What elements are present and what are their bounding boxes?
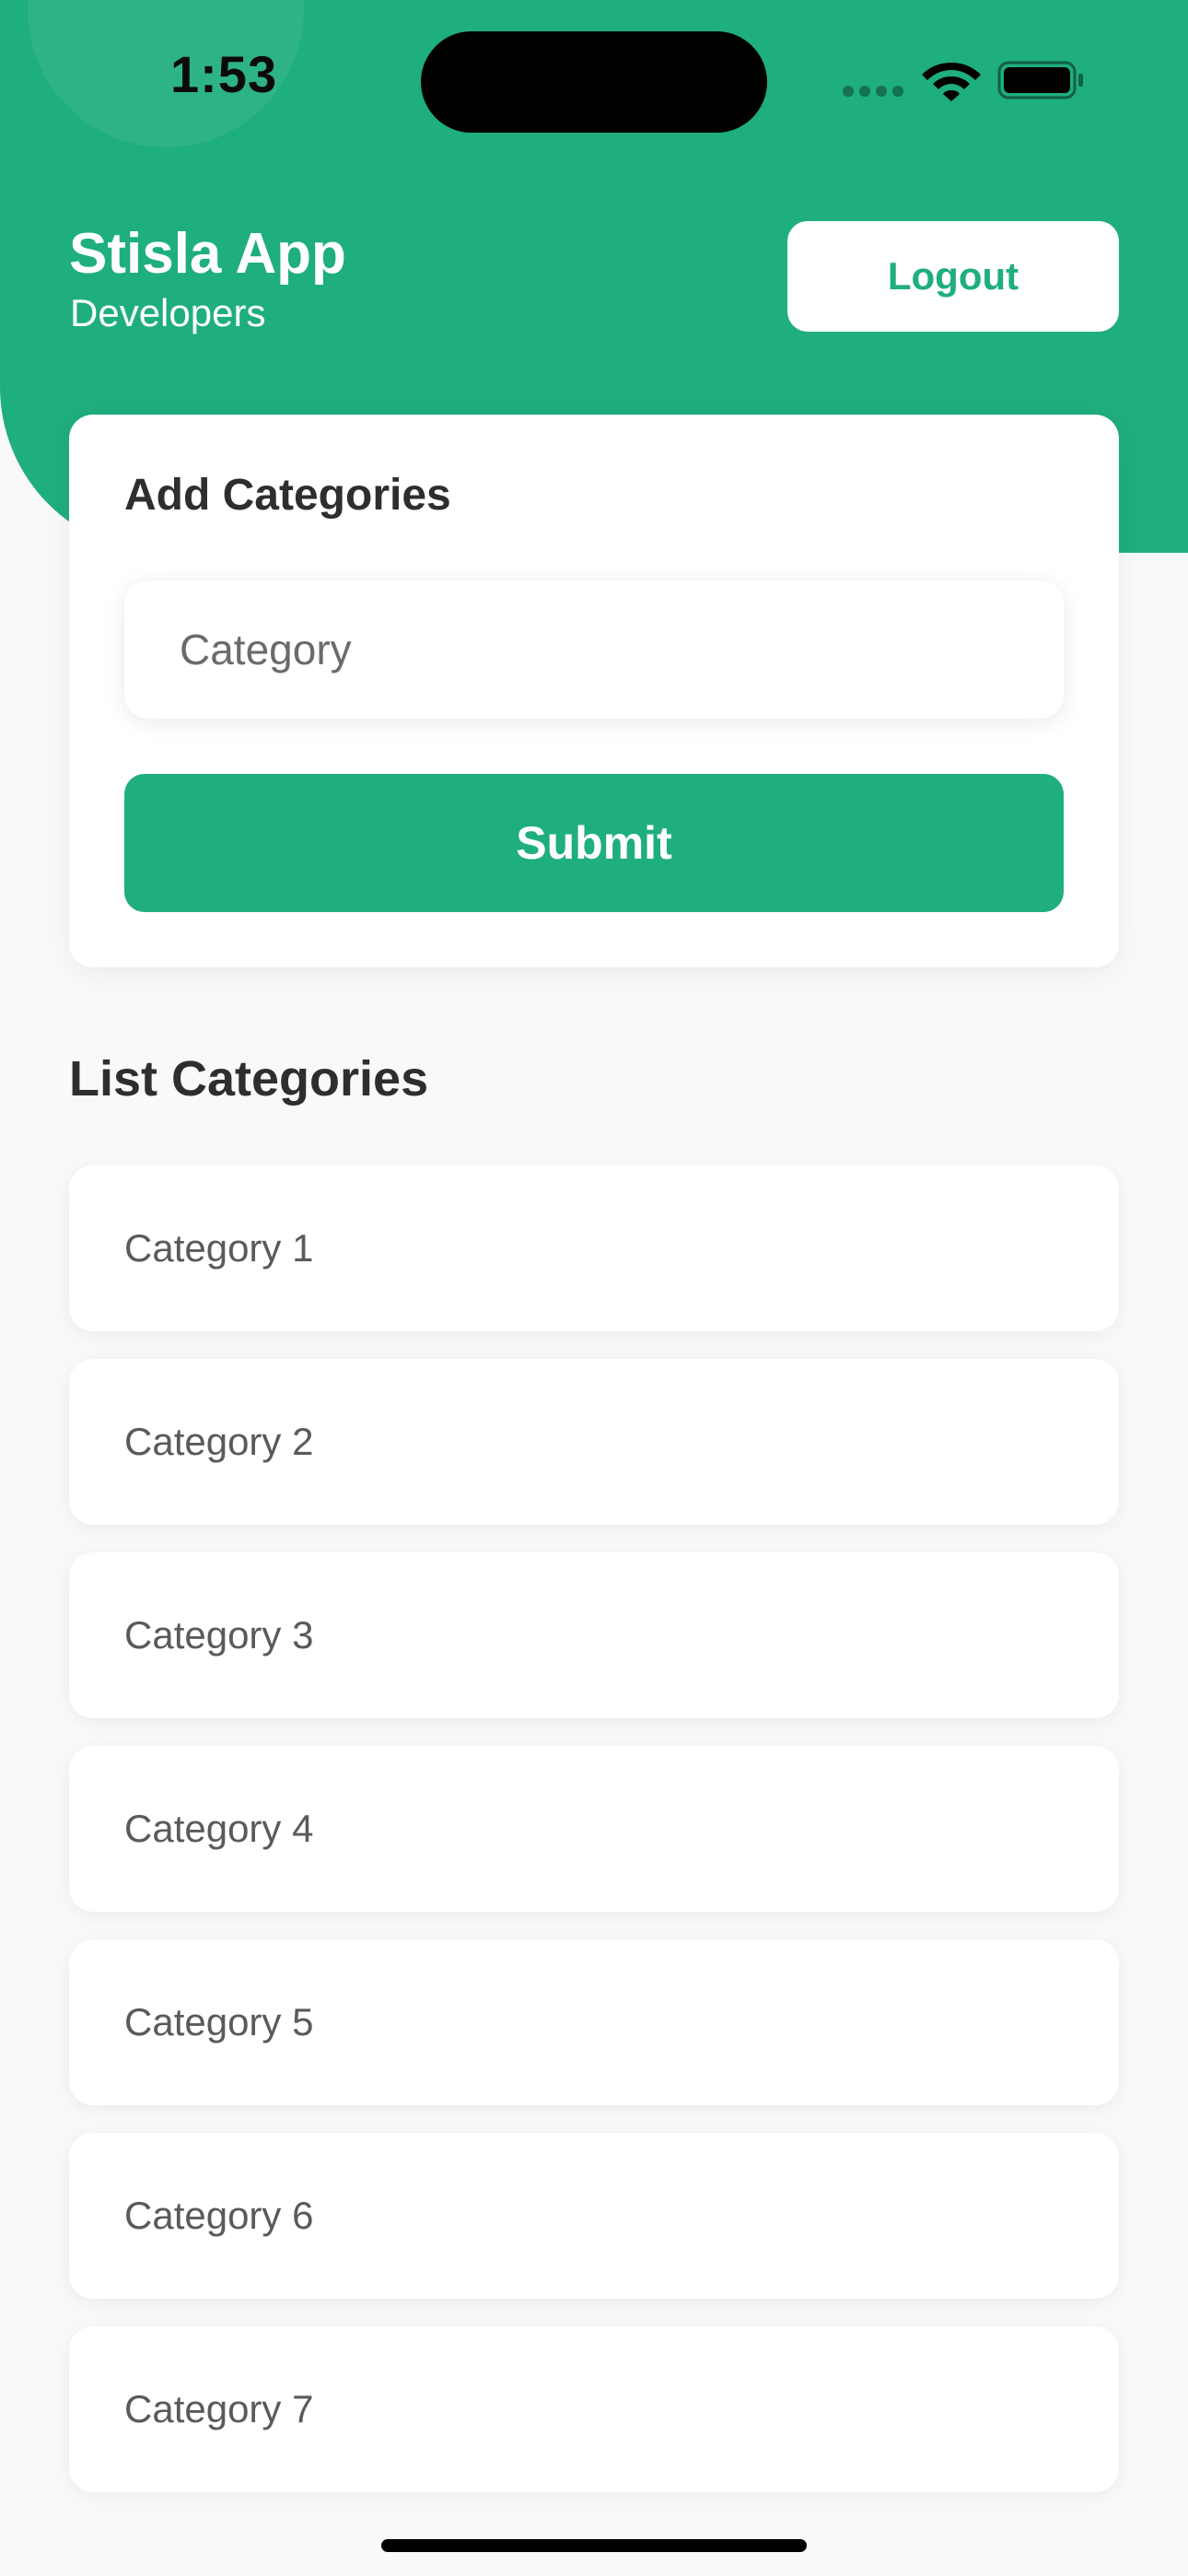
category-input[interactable]	[124, 580, 1064, 719]
dynamic-island	[421, 31, 767, 133]
list-item[interactable]: Category 6	[69, 2133, 1119, 2299]
add-category-title: Add Categories	[124, 471, 451, 520]
list-item[interactable]: Category 4	[69, 1746, 1119, 1912]
logout-button[interactable]: Logout	[787, 221, 1119, 332]
list-item[interactable]: Category 7	[69, 2326, 1119, 2492]
list-item[interactable]: Category 1	[69, 1165, 1119, 1331]
list-categories-title: List Categories	[69, 1051, 429, 1107]
app-subtitle: Developers	[70, 291, 266, 334]
app-title: Stisla App	[69, 222, 346, 286]
list-item[interactable]: Category 2	[69, 1359, 1119, 1525]
battery-icon	[997, 61, 1083, 100]
submit-button[interactable]: Submit	[124, 774, 1064, 912]
status-bar-time: 1:53	[170, 45, 278, 103]
list-item[interactable]: Category 3	[69, 1552, 1119, 1718]
app-screen: 1:53 Stisla App Developers Logout Add Ca…	[0, 0, 1188, 2576]
category-list: Category 1 Category 2 Category 3 Categor…	[69, 1165, 1119, 2520]
cellular-signal-icon	[843, 86, 903, 97]
add-category-card: Add Categories Submit	[69, 415, 1119, 967]
wifi-icon	[922, 63, 981, 101]
list-item[interactable]: Category 5	[69, 1939, 1119, 2105]
home-indicator[interactable]	[381, 2539, 807, 2552]
